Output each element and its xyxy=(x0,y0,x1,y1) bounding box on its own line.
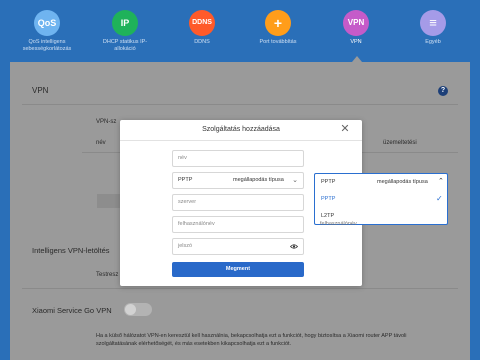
protocol-value: PPTP xyxy=(178,177,193,183)
nav-item-vpn[interactable]: VPN VPN xyxy=(326,10,386,46)
nav-label: DDNS xyxy=(194,39,210,45)
server-input[interactable]: szerver xyxy=(172,194,304,211)
service-go-toggle[interactable] xyxy=(124,303,152,316)
password-placeholder: jelszó xyxy=(178,243,193,249)
nav-item-port-forward[interactable]: + Port továbbítás xyxy=(248,10,308,46)
dropdown-selected: PPTP xyxy=(321,179,336,185)
username-input[interactable]: felhasználónév xyxy=(172,216,304,233)
col-header-status: üzemeltetési xyxy=(383,140,417,146)
name-input[interactable]: név xyxy=(172,150,304,167)
vpn-icon: VPN xyxy=(343,10,369,36)
save-button[interactable]: Megment xyxy=(172,262,304,277)
dropdown-option-pptp[interactable]: PPTP ✓ xyxy=(315,191,447,208)
vpn-section-title: VPN xyxy=(32,86,49,95)
col-header-name: név xyxy=(96,140,106,146)
nav-item-dhcp[interactable]: IP DHCP statikus IP-allokáció xyxy=(95,10,155,52)
check-icon: ✓ xyxy=(436,194,443,203)
protocol-dropdown[interactable]: PPTP megállapodás típusa ⌃ PPTP ✓ L2TP xyxy=(314,173,448,225)
qos-icon: QoS xyxy=(34,10,60,36)
nav-label: VPN xyxy=(350,39,362,45)
protocol-label: megállapodás típusa xyxy=(233,177,284,183)
nav-item-qos[interactable]: QoS QoS intelligens sebességkorlátozás xyxy=(17,10,77,52)
nav-label: Egyéb xyxy=(425,39,441,45)
add-button-backdrop xyxy=(97,194,121,208)
divider xyxy=(22,288,458,289)
close-icon[interactable]: ✕ xyxy=(339,123,351,135)
vpn-settings-label: VPN-sz xyxy=(96,119,117,125)
modal-divider xyxy=(120,140,362,141)
underlying-username-partial: felhasználónév xyxy=(320,221,357,227)
name-placeholder: név xyxy=(178,155,187,161)
nav-label: QoS intelligens sebességkorlátozás xyxy=(22,39,72,52)
port-forward-icon: + xyxy=(265,10,291,36)
chevron-up-icon: ⌃ xyxy=(438,178,444,185)
nav-label: Port továbbítás xyxy=(259,39,297,45)
nav-label: DHCP statikus IP-allokáció xyxy=(102,39,148,52)
eye-icon[interactable] xyxy=(290,242,298,251)
dropdown-header[interactable]: PPTP megállapodás típusa ⌃ xyxy=(315,174,447,191)
top-nav: QoS QoS intelligens sebességkorlátozás IP… xyxy=(0,0,480,62)
ddns-icon: DDNS xyxy=(189,10,215,36)
service-go-description: Ha a külső hálózatot VPN-en keresztül ke… xyxy=(96,333,407,347)
modal-title: Szolgáltatás hozzáadása xyxy=(202,126,280,133)
smart-vpn-test-label: Testresz xyxy=(96,272,119,278)
help-icon[interactable]: ? xyxy=(438,86,448,96)
protocol-select[interactable]: PPTP megállapodás típusa ⌄ xyxy=(172,172,304,189)
service-go-title: Xiaomi Service Go VPN xyxy=(32,306,112,315)
dropdown-label: megállapodás típusa xyxy=(377,179,428,185)
nav-item-other[interactable]: ≡ Egyéb xyxy=(403,10,463,46)
server-placeholder: szerver xyxy=(178,199,197,205)
nav-item-ddns[interactable]: DDNS DDNS xyxy=(172,10,232,46)
username-placeholder: felhasználónév xyxy=(178,221,215,227)
ip-icon: IP xyxy=(112,10,138,36)
password-input[interactable]: jelszó xyxy=(172,238,304,255)
divider xyxy=(22,104,458,105)
chevron-down-icon: ⌄ xyxy=(292,177,298,184)
smart-vpn-title: Intelligens VPN-letöltés xyxy=(32,246,110,255)
menu-icon: ≡ xyxy=(420,10,446,36)
